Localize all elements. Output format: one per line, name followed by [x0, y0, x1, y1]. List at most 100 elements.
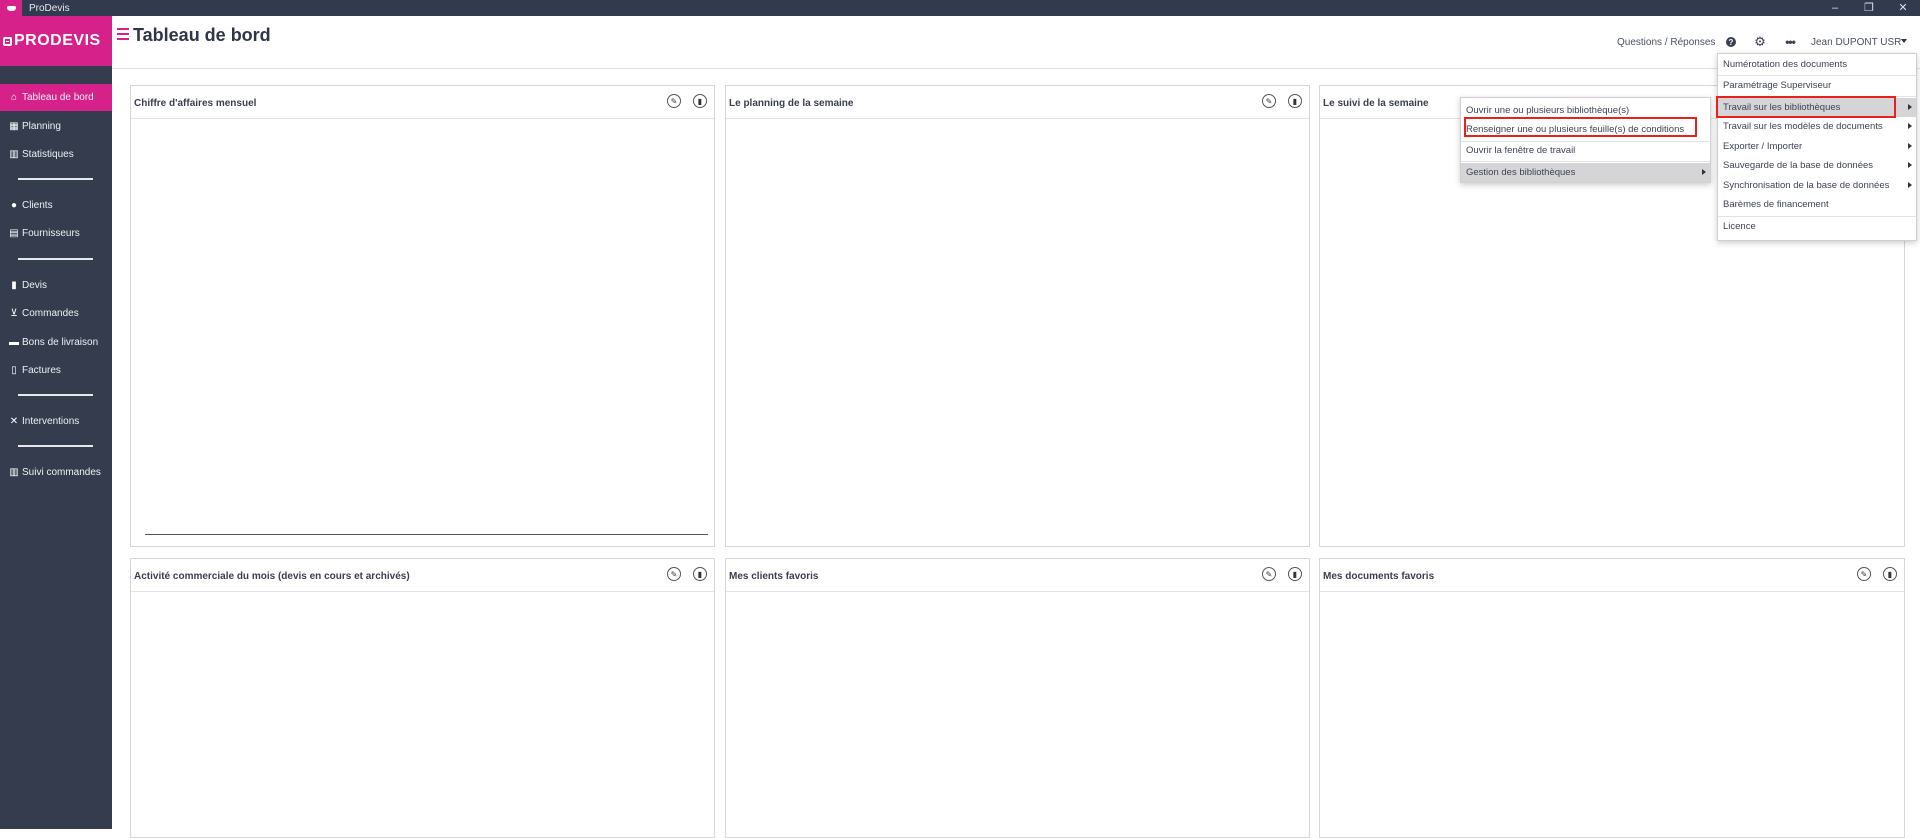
sidebar-item-tableau-de-bord[interactable]: ⌂ Tableau de bord — [0, 84, 112, 111]
delete-icon[interactable]: ▮ — [1288, 94, 1302, 108]
menu-toggle-icon[interactable] — [117, 28, 129, 43]
chevron-right-icon — [1908, 123, 1912, 129]
qa-link[interactable]: Questions / Réponses — [1617, 37, 1715, 48]
widget-header: Activité commerciale du mois (devis en c… — [131, 559, 714, 592]
sidebar-item-label: Statistiques — [22, 149, 74, 160]
chevron-right-icon — [1908, 162, 1912, 168]
sidebar-item-interventions[interactable]: ✕ Interventions — [0, 408, 112, 435]
sidebar-item-clients[interactable]: ● Clients — [0, 192, 112, 219]
sidebar-item-planning[interactable]: ▦ Planning — [0, 113, 112, 140]
user-menu[interactable]: Jean DUPONT USR — [1811, 37, 1901, 48]
widget-title: Chiffre d'affaires mensuel — [134, 98, 257, 109]
restore-button[interactable]: ❐ — [1852, 0, 1886, 16]
sidebar-item-devis[interactable]: ▮ Devis — [0, 272, 112, 299]
widget-title: Le planning de la semaine — [729, 98, 854, 109]
sidebar-item-commandes[interactable]: ⊻ Commandes — [0, 300, 112, 327]
logo-icon — [3, 36, 12, 46]
gear-icon[interactable]: ⚙ — [1753, 34, 1767, 49]
sidebar-divider — [18, 258, 93, 260]
delete-icon[interactable]: ▮ — [693, 94, 707, 108]
menu-item-baremes-financement[interactable]: Barèmes de financement — [1718, 195, 1916, 214]
menu-item-synchronisation[interactable]: Synchronisation de la base de données — [1718, 176, 1916, 195]
sidebar-item-label: Interventions — [22, 416, 80, 427]
menu-item-gestion-bibliotheques[interactable]: Gestion des bibliothèques — [1461, 163, 1710, 182]
widget-title: Mes clients favoris — [729, 571, 819, 582]
edit-icon[interactable]: ✎ — [667, 94, 681, 108]
logo-text: PRODEVIS — [14, 32, 101, 49]
app-icon — [0, 0, 22, 16]
widget-header: Le planning de la semaine ✎ ▮ — [726, 86, 1309, 119]
menu-item-licence[interactable]: Licence — [1718, 217, 1916, 236]
widget-header: Mes documents favoris ✎ ▮ — [1320, 559, 1904, 592]
sidebar-item-label: Tableau de bord — [22, 92, 94, 103]
chevron-right-icon — [1908, 143, 1912, 149]
delete-icon[interactable]: ▮ — [693, 567, 707, 581]
page-title: Tableau de bord — [133, 25, 271, 45]
delete-icon[interactable]: ▮ — [1288, 567, 1302, 581]
menu-item-travail-modeles[interactable]: Travail sur les modèles de documents — [1718, 117, 1916, 136]
edit-icon[interactable]: ✎ — [667, 567, 681, 581]
sidebar-item-fournisseurs[interactable]: ▤ Fournisseurs — [0, 220, 112, 247]
widget-header: Chiffre d'affaires mensuel ✎ ▮ — [131, 86, 714, 119]
chevron-right-icon — [1908, 104, 1912, 110]
settings-menu: Numérotation des documents Paramétrage S… — [1717, 53, 1917, 241]
library-submenu: Ouvrir une ou plusieurs bibliothèque(s) … — [1460, 97, 1711, 183]
highlight-box — [1464, 117, 1697, 137]
widget-title: Mes documents favoris — [1323, 571, 1435, 582]
sidebar-item-label: Factures — [22, 365, 61, 376]
chevron-right-icon — [1702, 169, 1706, 175]
menu-item-numerotation[interactable]: Numérotation des documents — [1718, 55, 1916, 74]
menu-item-ouvrir-fenetre-travail[interactable]: Ouvrir la fenêtre de travail — [1461, 141, 1710, 160]
chart-icon: ▥ — [9, 149, 19, 160]
chevron-down-icon[interactable] — [1901, 39, 1907, 43]
sidebar-item-factures[interactable]: ▯ Factures — [0, 357, 112, 384]
edit-icon[interactable]: ✎ — [1262, 94, 1276, 108]
chart-icon: ▥ — [9, 467, 19, 478]
widget-chiffre-affaires: Chiffre d'affaires mensuel ✎ ▮ — [130, 85, 715, 547]
sidebar-divider — [18, 178, 93, 180]
edit-icon[interactable]: ✎ — [1262, 567, 1276, 581]
menu-item-exporter-importer[interactable]: Exporter / Importer — [1718, 137, 1916, 156]
calendar-icon: ▦ — [9, 121, 19, 132]
window-controls: – ❐ ✕ — [1818, 0, 1920, 16]
sidebar-item-statistiques[interactable]: ▥ Statistiques — [0, 141, 112, 168]
sidebar-item-label: Devis — [22, 280, 48, 291]
close-button[interactable]: ✕ — [1886, 0, 1920, 16]
window-title: ProDevis — [29, 2, 70, 14]
window-titlebar: ProDevis – ❐ ✕ — [0, 0, 1920, 16]
sidebar-item-label: Suivi commandes — [22, 467, 101, 478]
sidebar-divider — [18, 445, 93, 447]
sidebar-item-label: Bons de livraison — [22, 337, 99, 348]
widget-title: Activité commerciale du mois (devis en c… — [134, 571, 410, 582]
widget-title: Le suivi de la semaine — [1323, 98, 1429, 109]
sidebar-item-label: Clients — [22, 200, 53, 211]
edit-icon[interactable]: ✎ — [1857, 567, 1871, 581]
document-icon: ▮ — [11, 280, 17, 291]
sidebar-item-label: Commandes — [22, 308, 79, 319]
widget-header: Mes clients favoris ✎ ▮ — [726, 559, 1309, 592]
minimize-button[interactable]: – — [1818, 0, 1852, 16]
logo[interactable]: PRODEVIS — [0, 16, 112, 66]
chevron-right-icon — [1908, 182, 1912, 188]
more-options-icon[interactable]: ••• — [1783, 35, 1797, 49]
invoice-icon: ▯ — [11, 365, 17, 376]
widget-activite-commerciale: Activité commerciale du mois (devis en c… — [130, 558, 715, 838]
sidebar-item-suivi-commandes[interactable]: ▥ Suivi commandes — [0, 459, 112, 486]
widget-clients-favoris: Mes clients favoris ✎ ▮ — [725, 558, 1310, 838]
chart-axis-line — [145, 534, 708, 535]
widget-documents-favoris: Mes documents favoris ✎ ▮ — [1319, 558, 1905, 838]
sidebar-item-bons-de-livraison[interactable]: ▬ Bons de livraison — [0, 329, 112, 356]
delete-icon[interactable]: ▮ — [1883, 567, 1897, 581]
help-icon[interactable]: ? — [1724, 35, 1738, 49]
home-icon: ⌂ — [10, 92, 18, 103]
building-icon: ▤ — [9, 228, 19, 239]
sidebar-item-label: Planning — [22, 121, 61, 132]
highlight-box — [1716, 96, 1896, 118]
truck-icon: ▬ — [9, 337, 19, 348]
menu-item-sauvegarde[interactable]: Sauvegarde de la base de données — [1718, 156, 1916, 175]
widget-planning-semaine: Le planning de la semaine ✎ ▮ — [725, 85, 1310, 547]
sidebar-item-label: Fournisseurs — [22, 228, 80, 239]
menu-item-parametrage-superviseur[interactable]: Paramétrage Superviseur — [1718, 76, 1916, 95]
sidebar-divider — [18, 394, 93, 396]
user-icon: ● — [10, 200, 18, 211]
